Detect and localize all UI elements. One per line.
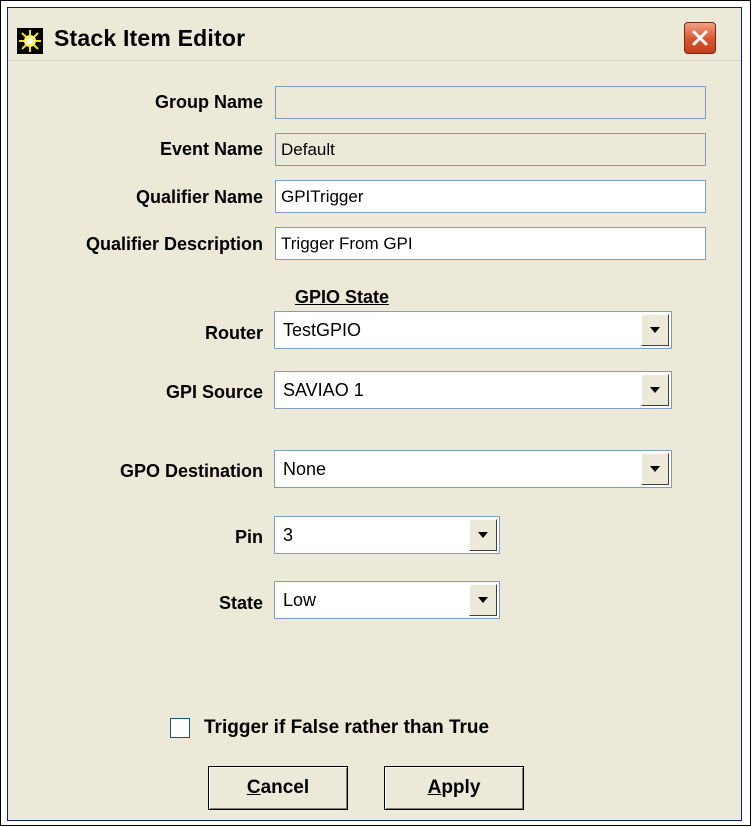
state-dropdown-button[interactable] (469, 584, 497, 616)
gpi-source-value: SAVIAO 1 (283, 380, 364, 400)
trigger-if-false-checkbox[interactable] (170, 718, 190, 738)
cancel-label-rest: ancel (260, 777, 310, 798)
router-dropdown[interactable]: TestGPIO (274, 311, 672, 349)
cancel-button[interactable]: Cancel (208, 766, 348, 810)
chevron-down-icon (650, 327, 660, 333)
gpi-source-dropdown-button[interactable] (641, 374, 669, 406)
apply-mnemonic: A (427, 777, 442, 798)
gpo-destination-dropdown[interactable]: None (274, 450, 672, 488)
window-title: Stack Item Editor (54, 25, 246, 51)
group-name-field[interactable] (275, 86, 706, 119)
title-bar: Stack Item Editor (8, 8, 741, 61)
group-name-label: Group Name (154, 92, 263, 112)
gpio-state-heading: GPIO State (295, 287, 390, 307)
chevron-down-icon (478, 597, 488, 603)
chevron-down-icon (478, 532, 488, 538)
pin-value: 3 (283, 525, 294, 545)
gpo-destination-dropdown-button[interactable] (641, 453, 669, 485)
screenshot-frame: Stack Item Editor Group Name Event Name … (0, 0, 751, 826)
qualifier-description-field[interactable]: Trigger From GPI (275, 227, 706, 260)
gpo-destination-value: None (283, 459, 327, 479)
gpi-source-label: GPI Source (165, 382, 263, 402)
close-button[interactable] (684, 22, 716, 54)
event-name-label: Event Name (159, 139, 263, 159)
gpo-destination-label: GPO Destination (119, 461, 263, 481)
trigger-if-false-label[interactable]: Trigger if False rather than True (204, 717, 489, 739)
close-icon (692, 30, 708, 46)
state-label: State (218, 593, 263, 613)
qualifier-name-field[interactable]: GPITrigger (275, 180, 706, 213)
router-label: Router (205, 323, 263, 343)
state-dropdown[interactable]: Low (274, 581, 500, 619)
starburst-icon (17, 28, 43, 54)
router-dropdown-button[interactable] (641, 314, 669, 346)
router-value: TestGPIO (283, 320, 362, 340)
pin-dropdown-button[interactable] (469, 519, 497, 551)
gpi-source-dropdown[interactable]: SAVIAO 1 (274, 371, 672, 409)
apply-button[interactable]: Apply (384, 766, 524, 810)
pin-label: Pin (234, 527, 263, 547)
qualifier-name-label: Qualifier Name (135, 187, 263, 207)
event-name-field[interactable]: Default (275, 133, 706, 166)
chevron-down-icon (650, 466, 660, 472)
cancel-mnemonic: C (246, 777, 261, 798)
pin-dropdown[interactable]: 3 (274, 516, 500, 554)
chevron-down-icon (650, 387, 660, 393)
state-value: Low (283, 590, 317, 610)
stack-item-editor-dialog: Stack Item Editor Group Name Event Name … (7, 7, 742, 821)
apply-label-rest: pply (441, 777, 481, 798)
qualifier-description-label: Qualifier Description (85, 234, 263, 254)
